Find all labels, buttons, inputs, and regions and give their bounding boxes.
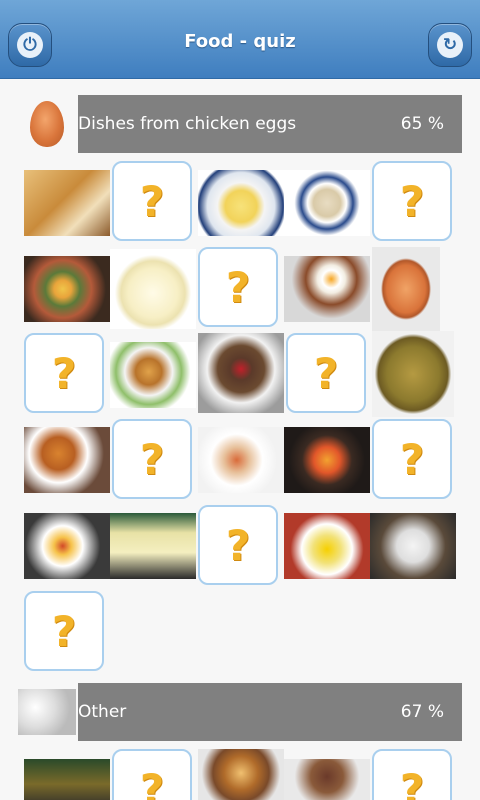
tile-photo[interactable] bbox=[24, 513, 110, 579]
category-percent: 65 % bbox=[400, 114, 444, 134]
tile-photo[interactable] bbox=[24, 427, 110, 493]
tile-photo[interactable] bbox=[284, 256, 370, 322]
tile-photo[interactable] bbox=[110, 342, 196, 408]
tile-photo[interactable] bbox=[24, 759, 110, 800]
category-bar: Dishes from chicken eggs 65 % bbox=[78, 95, 462, 153]
tile-photo[interactable] bbox=[284, 759, 370, 800]
tile-photo[interactable] bbox=[284, 170, 370, 236]
tile-photo[interactable] bbox=[284, 427, 370, 493]
other-thumbnail bbox=[18, 689, 76, 735]
tile-photo[interactable] bbox=[110, 513, 196, 579]
quiz-content[interactable]: Dishes from chicken eggs 65 % ? ? ? ? ? … bbox=[0, 79, 480, 800]
tile-hidden[interactable]: ? bbox=[372, 419, 452, 499]
app-title: Food - quiz bbox=[184, 31, 296, 52]
tile-hidden[interactable]: ? bbox=[24, 333, 104, 413]
tile-photo[interactable] bbox=[24, 170, 110, 236]
tile-grid-other: ? ? bbox=[24, 747, 456, 800]
category-name: Other bbox=[78, 702, 127, 722]
refresh-button[interactable]: ↻ bbox=[428, 23, 472, 67]
tile-photo[interactable] bbox=[24, 256, 110, 322]
app-header: ⏻ Food - quiz ↻ bbox=[0, 0, 480, 79]
egg-thumbnail bbox=[30, 101, 64, 147]
category-name: Dishes from chicken eggs bbox=[78, 114, 297, 134]
tile-photo[interactable] bbox=[110, 249, 196, 329]
tile-hidden[interactable]: ? bbox=[112, 419, 192, 499]
refresh-icon: ↻ bbox=[437, 32, 463, 58]
tile-grid-eggs: ? ? ? ? ? ? ? ? ? bbox=[24, 161, 456, 681]
tile-hidden[interactable]: ? bbox=[24, 591, 104, 671]
tile-hidden[interactable]: ? bbox=[198, 505, 278, 585]
tile-photo[interactable] bbox=[198, 749, 284, 800]
tile-photo[interactable] bbox=[198, 333, 284, 413]
tile-photo[interactable] bbox=[284, 513, 370, 579]
tile-photo[interactable] bbox=[370, 513, 456, 579]
category-percent: 67 % bbox=[400, 702, 444, 722]
tile-photo[interactable] bbox=[372, 331, 454, 417]
category-header-eggs[interactable]: Dishes from chicken eggs 65 % bbox=[22, 95, 462, 153]
tile-photo[interactable] bbox=[198, 427, 284, 493]
tile-hidden[interactable]: ? bbox=[112, 749, 192, 800]
tile-hidden[interactable]: ? bbox=[112, 161, 192, 241]
tile-photo[interactable] bbox=[372, 247, 440, 331]
tile-hidden[interactable]: ? bbox=[372, 161, 452, 241]
tile-hidden[interactable]: ? bbox=[198, 247, 278, 327]
tile-hidden[interactable]: ? bbox=[372, 749, 452, 800]
tile-photo[interactable] bbox=[198, 170, 284, 236]
category-bar: Other 67 % bbox=[78, 683, 462, 741]
tile-hidden[interactable]: ? bbox=[286, 333, 366, 413]
category-header-other[interactable]: Other 67 % bbox=[18, 683, 462, 741]
